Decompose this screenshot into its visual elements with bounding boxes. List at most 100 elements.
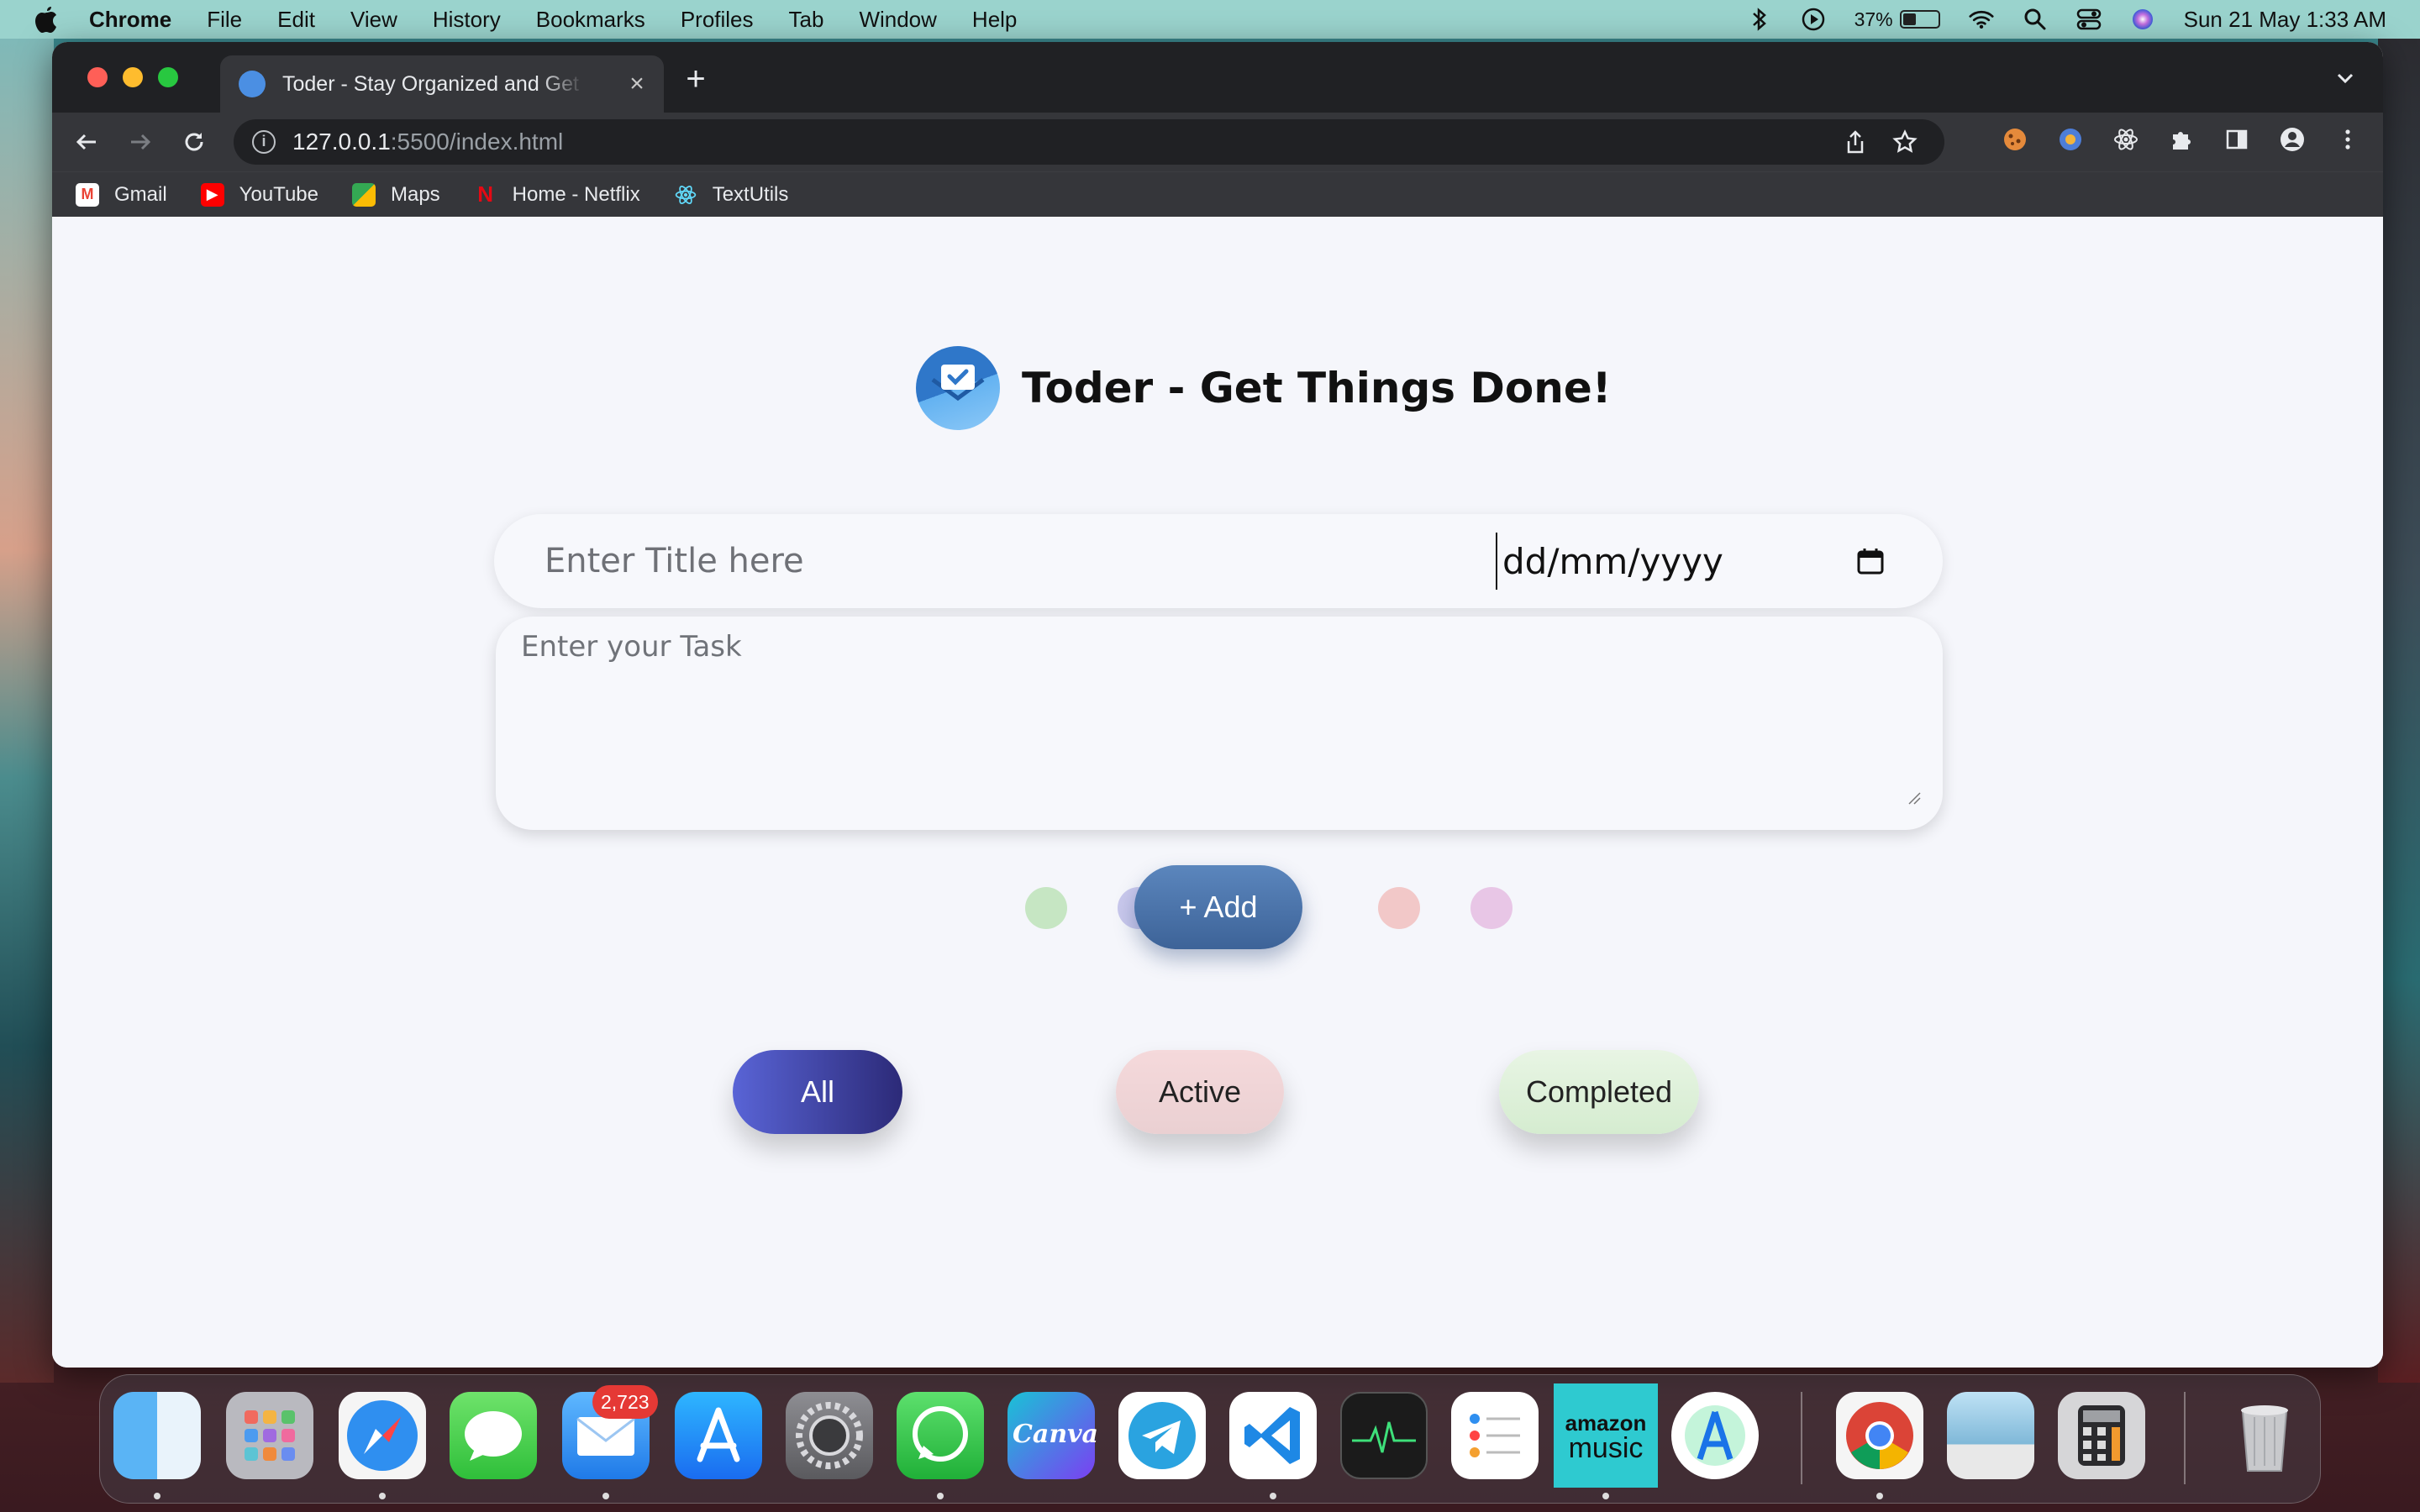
page-content: Toder - Get Things Done! dd/mm/yyyy + Ad… (52, 228, 2383, 1368)
filter-all-button[interactable]: All (733, 1050, 902, 1134)
messages-icon[interactable] (450, 1392, 537, 1479)
calculator-icon[interactable] (2058, 1392, 2145, 1479)
chrome-menu-icon[interactable] (2331, 123, 2365, 156)
mail-unread-badge: 2,723 (592, 1385, 658, 1419)
whatsapp-icon[interactable] (897, 1392, 984, 1479)
profile-avatar-icon[interactable] (2275, 123, 2309, 156)
running-indicator (1602, 1493, 1609, 1499)
netflix-icon: N (477, 181, 494, 207)
running-indicator (379, 1493, 386, 1499)
bookmarks-bar: M Gmail ▶ YouTube Maps N Home - Netflix … (52, 171, 2383, 217)
task-description-input[interactable] (521, 630, 1916, 798)
bookmark-netflix[interactable]: N Home - Netflix (474, 181, 639, 207)
launchpad-icon[interactable] (226, 1392, 313, 1479)
desktop-wallpaper-left (0, 39, 54, 1383)
tab-title: Toder - Stay Organized and Get Things Do… (282, 71, 585, 96)
task-description-box (496, 617, 1943, 830)
new-tab-button[interactable]: + (681, 62, 711, 96)
add-task-button[interactable]: + Add (1134, 865, 1302, 949)
bookmark-textutils[interactable]: TextUtils (674, 183, 788, 207)
task-title-input[interactable] (544, 533, 1469, 590)
canva-icon[interactable]: Canva (1007, 1392, 1098, 1479)
reminders-icon[interactable] (1451, 1392, 1539, 1479)
filter-active-button[interactable]: Active (1116, 1050, 1284, 1134)
close-window-button[interactable] (87, 67, 108, 87)
tab-active[interactable]: Toder - Stay Organized and Get Things Do… (220, 55, 664, 113)
bookmark-label: YouTube (239, 182, 318, 206)
bookmark-maps[interactable]: Maps (351, 182, 440, 207)
forward-button[interactable] (121, 123, 160, 161)
gmail-icon: M (76, 182, 99, 207)
menu-app-name[interactable]: Chrome (89, 7, 171, 33)
running-indicator (1876, 1493, 1883, 1499)
menu-help[interactable]: Help (972, 7, 1017, 33)
bookmark-youtube[interactable]: ▶ YouTube (200, 182, 318, 207)
site-info-icon[interactable]: i (252, 130, 276, 154)
activity-monitor-icon[interactable] (1340, 1392, 1428, 1479)
profile-extension-icon[interactable] (2054, 123, 2087, 156)
due-date-input[interactable]: dd/mm/yyyy (1496, 533, 1912, 590)
chrome-icon[interactable] (1836, 1392, 1923, 1479)
back-button[interactable] (67, 123, 106, 161)
spotlight-search-icon[interactable] (2023, 7, 2048, 32)
bookmark-gmail[interactable]: M Gmail (76, 182, 167, 207)
menubar-clock[interactable]: Sun 21 May 1:33 AM (2184, 7, 2386, 33)
running-indicator (937, 1493, 944, 1499)
react-devtools-icon[interactable] (2109, 123, 2143, 156)
title-date-row: dd/mm/yyyy (494, 514, 1943, 608)
preview-icon[interactable] (1947, 1392, 2034, 1479)
window-controls (87, 67, 178, 87)
bookmark-star-icon[interactable] (1892, 129, 1918, 160)
menu-bookmarks[interactable]: Bookmarks (536, 7, 645, 33)
bookmark-label: Gmail (114, 182, 167, 206)
trash-icon[interactable] (2221, 1392, 2308, 1479)
tab-search-chevron-icon[interactable] (2333, 66, 2358, 91)
side-panel-icon[interactable] (2220, 123, 2254, 156)
system-settings-icon[interactable] (786, 1392, 873, 1479)
share-icon[interactable] (1844, 129, 1867, 160)
menu-edit[interactable]: Edit (277, 7, 315, 33)
app-store-icon[interactable] (675, 1392, 762, 1479)
date-placeholder: dd/mm/yyyy (1502, 540, 1723, 582)
now-playing-icon[interactable] (1801, 7, 1826, 32)
android-studio-icon[interactable] (1671, 1392, 1759, 1479)
telegram-icon[interactable] (1118, 1392, 1206, 1479)
extensions-puzzle-icon[interactable] (2165, 123, 2198, 156)
finder-icon[interactable] (113, 1392, 201, 1479)
resize-handle-icon[interactable] (1907, 791, 1921, 805)
wifi-icon[interactable] (1969, 7, 1994, 32)
browser-window: Toder - Stay Organized and Get Things Do… (52, 42, 2383, 1368)
menu-history[interactable]: History (433, 7, 501, 33)
tab-close-icon[interactable]: × (625, 71, 649, 97)
bluetooth-icon[interactable] (1747, 7, 1772, 32)
app-header: Toder - Get Things Done! (916, 346, 1612, 430)
reload-button[interactable] (175, 123, 213, 161)
menu-view[interactable]: View (350, 7, 397, 33)
color-option-red[interactable] (1378, 887, 1420, 929)
battery-status[interactable]: 37% (1854, 8, 1940, 31)
amazon-music-icon[interactable]: amazon music (1554, 1383, 1658, 1488)
battery-percent: 37% (1854, 8, 1893, 30)
youtube-icon: ▶ (200, 182, 224, 207)
zoom-window-button[interactable] (158, 67, 178, 87)
control-center-icon[interactable] (2076, 7, 2102, 32)
cookie-extension-icon[interactable] (1998, 123, 2032, 156)
menu-profiles[interactable]: Profiles (681, 7, 754, 33)
battery-icon (1899, 10, 1940, 29)
calendar-icon[interactable] (1855, 546, 1886, 576)
dock-separator (1801, 1392, 1802, 1484)
filter-completed-button[interactable]: Completed (1499, 1050, 1699, 1134)
safari-icon[interactable] (339, 1392, 426, 1479)
menu-file[interactable]: File (207, 7, 242, 33)
menu-window[interactable]: Window (859, 7, 936, 33)
siri-icon[interactable] (2130, 7, 2155, 32)
url-path: :5500/index.html (390, 129, 564, 155)
vscode-icon[interactable] (1229, 1392, 1317, 1479)
address-bar[interactable]: i 127.0.0.1:5500/index.html (234, 119, 1944, 165)
menu-tab[interactable]: Tab (789, 7, 824, 33)
bookmark-label: Maps (390, 182, 440, 206)
color-option-pink[interactable] (1470, 887, 1512, 929)
apple-icon[interactable] (32, 5, 60, 34)
color-option-green[interactable] (1025, 887, 1067, 929)
minimize-window-button[interactable] (123, 67, 143, 87)
